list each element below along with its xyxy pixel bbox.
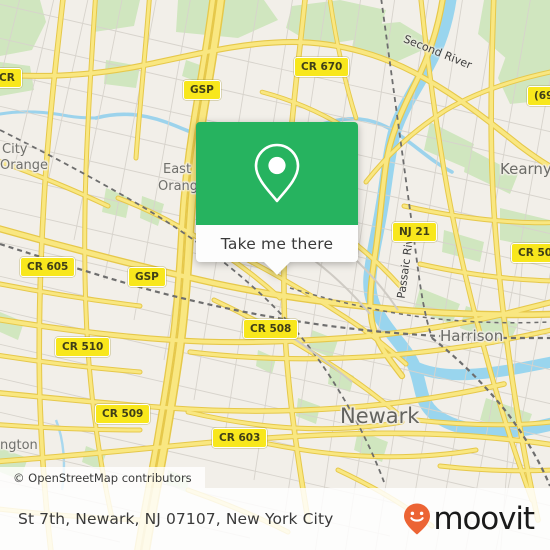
attribution-text: © OpenStreetMap contributors	[13, 470, 192, 485]
take-me-there-button[interactable]: Take me there	[196, 225, 358, 262]
take-me-there-label: Take me there	[220, 234, 334, 253]
popup-pointer-tail	[264, 262, 290, 275]
road-shield: CR 605	[20, 257, 76, 277]
popup-icon-panel	[196, 122, 358, 225]
road-shield: CR 507	[511, 243, 550, 263]
address-label: St 7th, Newark, NJ 07107, New York City	[18, 510, 334, 528]
road-shield: CR	[0, 68, 22, 88]
road-shield: CR 510	[55, 337, 111, 357]
map-screenshot: Newark Harrison Kearny East Orange City Orange…	[0, 0, 550, 550]
map-pin-icon	[254, 143, 300, 202]
moovit-smiley-pin-icon	[404, 503, 431, 535]
road-shield: (69	[527, 86, 550, 106]
destination-popup-card[interactable]: Take me there	[196, 122, 358, 275]
road-shield: CR 509	[95, 404, 151, 424]
moovit-wordmark: moovit	[433, 500, 535, 537]
road-shield: CR 603	[212, 428, 268, 448]
road-shield: GSP	[183, 80, 221, 100]
road-shield: GSP	[128, 267, 166, 287]
moovit-logo[interactable]: moovit	[402, 500, 535, 537]
map-attribution[interactable]: © OpenStreetMap contributors	[0, 467, 205, 488]
footer-bar: St 7th, Newark, NJ 07107, New York City …	[0, 488, 550, 550]
road-shield: CR 508	[243, 319, 299, 339]
road-shield: CR 670	[294, 57, 350, 77]
road-shield: NJ 21	[392, 222, 437, 242]
